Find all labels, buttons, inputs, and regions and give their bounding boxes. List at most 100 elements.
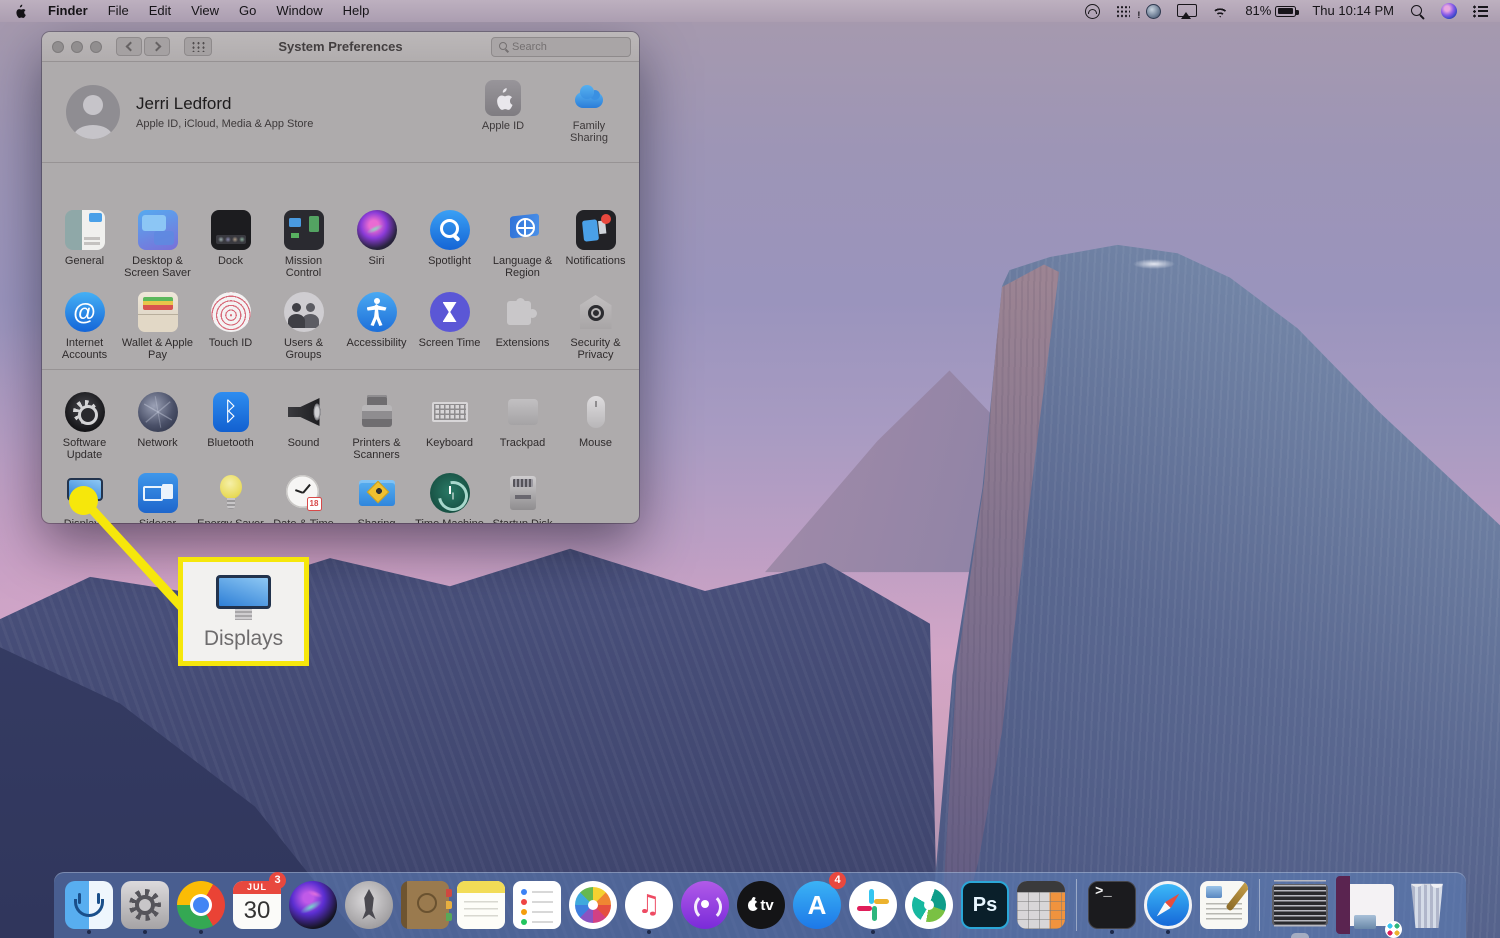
pref-time-machine[interactable]: Time Machine: [413, 465, 486, 523]
pref-sidecar[interactable]: Sidecar: [121, 465, 194, 523]
music-icon: [625, 881, 673, 929]
menu-item-window[interactable]: Window: [266, 0, 332, 22]
creative-cloud-menu[interactable]: [1077, 3, 1108, 19]
pref-internet-accounts[interactable]: Internet Accounts: [48, 284, 121, 361]
photos-icon: [569, 881, 617, 929]
pref-bluetooth[interactable]: Bluetooth: [194, 384, 267, 461]
dock-divider: [1259, 879, 1260, 931]
dock-photoshop[interactable]: Ps: [960, 876, 1010, 934]
battery-menu[interactable]: 81%: [1237, 0, 1304, 22]
menu-item-go[interactable]: Go: [229, 0, 266, 22]
dock-calculator[interactable]: [1016, 876, 1066, 934]
dock-minimized-slack-window[interactable]: [1336, 876, 1402, 938]
menu-item-view[interactable]: View: [181, 0, 229, 22]
pref-touch-id[interactable]: Touch ID: [194, 284, 267, 361]
pref-sound[interactable]: Sound: [267, 384, 340, 461]
zoom-button[interactable]: [90, 40, 102, 53]
dock-app-store[interactable]: A 4: [792, 872, 846, 934]
pref-startup-disk[interactable]: Startup Disk: [486, 465, 559, 523]
spotlight-pref-icon: [429, 210, 470, 250]
dock-system-preferences[interactable]: [120, 876, 170, 934]
spotlight-menu[interactable]: [1402, 4, 1433, 19]
forward-button[interactable]: [144, 37, 170, 56]
airplay-menu[interactable]: [1169, 3, 1203, 19]
dock-gotomeeting[interactable]: [904, 876, 954, 934]
wifi-menu[interactable]: [1203, 4, 1237, 18]
family-sharing-icon: [571, 80, 607, 116]
close-button[interactable]: [52, 40, 64, 53]
dock-chrome[interactable]: [176, 876, 226, 934]
callout-box: Displays: [178, 557, 309, 666]
dock-notes[interactable]: [456, 876, 506, 934]
pref-general[interactable]: General: [48, 202, 121, 279]
pref-trackpad[interactable]: Trackpad: [486, 384, 559, 461]
pref-accessibility[interactable]: Accessibility: [340, 284, 413, 361]
dock-trash[interactable]: [1402, 876, 1452, 934]
pref-screen-time[interactable]: Screen Time: [413, 284, 486, 361]
notification-center-menu[interactable]: [1465, 4, 1500, 18]
apple-id-row[interactable]: Jerri Ledford Apple ID, iCloud, Media & …: [42, 62, 639, 163]
shortcut-family-sharing[interactable]: Family Sharing: [557, 80, 621, 144]
pref-extensions[interactable]: Extensions: [486, 284, 559, 361]
show-all-button[interactable]: [184, 37, 212, 56]
dock-apple-tv[interactable]: tv: [736, 876, 786, 934]
dock-slack[interactable]: [848, 876, 898, 934]
pref-wallet-apple-pay[interactable]: Wallet & Apple Pay: [121, 284, 194, 361]
apple-menu[interactable]: [0, 4, 38, 18]
pref-language-region[interactable]: Language & Region: [486, 202, 559, 279]
pref-notifications[interactable]: Notifications: [559, 202, 632, 279]
menu-item-finder[interactable]: Finder: [38, 0, 98, 22]
pref-label: Sharing: [340, 518, 413, 523]
pref-desktop-screen-saver[interactable]: Desktop & Screen Saver: [121, 202, 194, 279]
dock-podcasts[interactable]: [680, 876, 730, 934]
pref-sharing[interactable]: Sharing: [340, 465, 413, 523]
dock-photos[interactable]: [568, 876, 618, 934]
network-globe-menu[interactable]: [1138, 3, 1169, 19]
back-button[interactable]: [116, 37, 142, 56]
minimize-button[interactable]: [71, 40, 83, 53]
dock-launchpad[interactable]: [344, 876, 394, 934]
dock-calendar[interactable]: JUL 30 3: [232, 872, 286, 934]
running-indicator: [1110, 930, 1114, 934]
pref-mission-control[interactable]: Mission Control: [267, 202, 340, 279]
avatar[interactable]: [66, 85, 120, 139]
pref-label: Mouse: [578, 437, 613, 449]
dock-finder[interactable]: [64, 876, 114, 934]
menu-item-file[interactable]: File: [98, 0, 139, 22]
pref-security-privacy[interactable]: Security & Privacy: [559, 284, 632, 361]
dock-safari[interactable]: [1143, 876, 1193, 934]
dock-minimized-document-window[interactable]: [1270, 876, 1330, 934]
pref-keyboard[interactable]: Keyboard: [413, 384, 486, 461]
search-input[interactable]: [491, 37, 631, 57]
dotted-grid-alert-menu[interactable]: [1108, 4, 1140, 26]
pref-mouse[interactable]: Mouse: [559, 384, 632, 461]
menu-item-edit[interactable]: Edit: [139, 0, 181, 22]
pref-spotlight[interactable]: Spotlight: [413, 202, 486, 279]
pref-network[interactable]: Network: [121, 384, 194, 461]
dock-terminal[interactable]: >_: [1087, 876, 1137, 934]
dock-siri[interactable]: [288, 876, 338, 934]
pref-printers-scanners[interactable]: Printers & Scanners: [340, 384, 413, 461]
menu-bar-status-area: 81% Thu 10:14 PM: [1077, 0, 1500, 26]
pref-label: Network: [137, 437, 178, 449]
pref-dock[interactable]: Dock: [194, 202, 267, 279]
dock-textedit[interactable]: [1199, 876, 1249, 934]
pref-date-time[interactable]: 18 Date & Time: [267, 465, 340, 523]
menu-item-help[interactable]: Help: [333, 0, 380, 22]
dock-contacts[interactable]: [400, 876, 452, 934]
dock-reminders[interactable]: [512, 876, 562, 934]
shortcut-apple-id[interactable]: Apple ID: [471, 80, 535, 144]
title-bar[interactable]: System Preferences: [42, 32, 639, 62]
users-groups-icon: [283, 292, 324, 332]
pref-software-update[interactable]: Software Update: [48, 384, 121, 461]
shortcut-label: Family Sharing: [570, 120, 608, 144]
dock-music[interactable]: [624, 876, 674, 934]
notifications-icon: [575, 210, 616, 250]
pref-label: Screen Time: [418, 337, 481, 349]
pref-energy-saver[interactable]: Energy Saver: [194, 465, 267, 523]
user-name: Jerri Ledford: [136, 94, 232, 113]
clock-menu[interactable]: Thu 10:14 PM: [1304, 0, 1402, 22]
pref-users-groups[interactable]: Users & Groups: [267, 284, 340, 361]
siri-menu[interactable]: [1433, 3, 1465, 19]
pref-siri[interactable]: Siri: [340, 202, 413, 279]
